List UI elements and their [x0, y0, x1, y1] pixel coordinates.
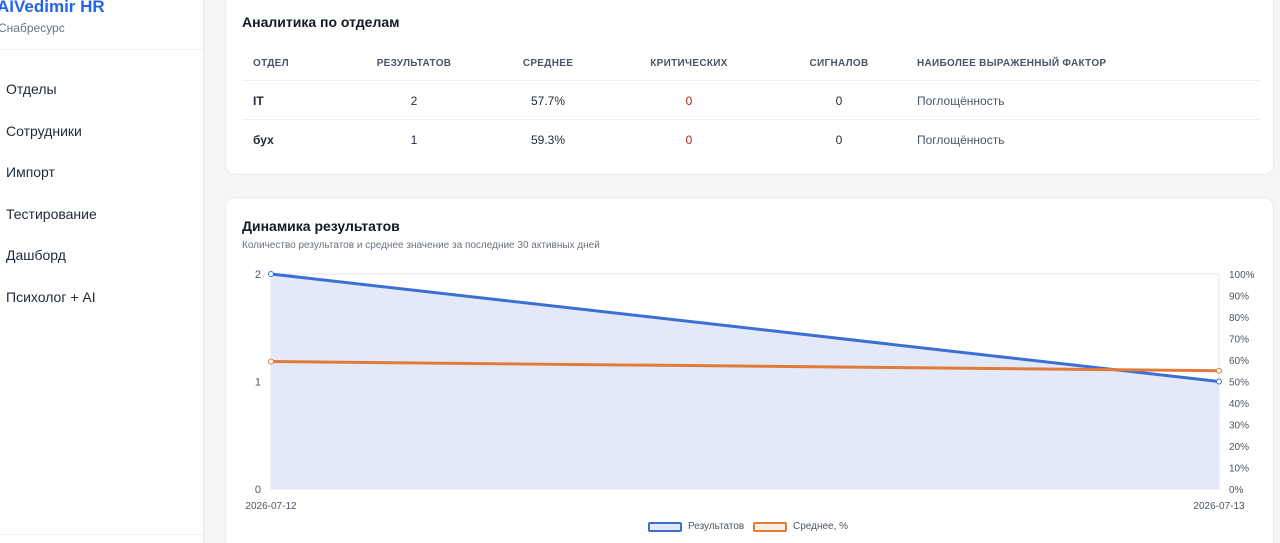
- y-right-tick-label: 0%: [1229, 485, 1244, 496]
- y-right-tick-label: 40%: [1229, 399, 1249, 410]
- series-area-0: [271, 274, 1219, 489]
- y-left-tick-label: 2: [255, 269, 261, 281]
- y-right-tick-label: 100%: [1229, 270, 1255, 281]
- y-right-tick-label: 50%: [1229, 378, 1249, 389]
- y-right-tick-label: 70%: [1229, 335, 1249, 346]
- legend-item-average[interactable]: Среднее, %: [753, 521, 848, 532]
- results-dynamics-chart: 0120%10%20%30%40%50%60%70%80%90%100%2026…: [245, 269, 1255, 512]
- legend-label-results: Результатов: [688, 521, 745, 532]
- y-right-tick-label: 80%: [1229, 313, 1249, 324]
- x-tick-label: 2026-07-12: [245, 501, 297, 512]
- series-point-0: [1216, 378, 1222, 385]
- y-left-tick-label: 1: [255, 377, 261, 389]
- y-right-tick-label: 90%: [1229, 292, 1249, 303]
- series-point-0: [268, 271, 274, 277]
- y-right-tick-label: 20%: [1229, 442, 1249, 453]
- y-right-tick-label: 30%: [1229, 421, 1249, 432]
- x-tick-label: 2026-07-13: [1193, 501, 1245, 512]
- y-left-tick-label: 0: [255, 484, 261, 496]
- y-right-tick-label: 60%: [1229, 356, 1249, 367]
- legend-label-average: Среднее, %: [793, 521, 849, 532]
- series-point-1: [1216, 367, 1222, 374]
- series-point-1: [268, 358, 274, 365]
- legend-item-results[interactable]: Результатов: [648, 521, 744, 532]
- y-right-tick-label: 10%: [1229, 464, 1249, 475]
- legend-swatch-average: [753, 521, 787, 532]
- legend-swatch-results: [648, 521, 682, 532]
